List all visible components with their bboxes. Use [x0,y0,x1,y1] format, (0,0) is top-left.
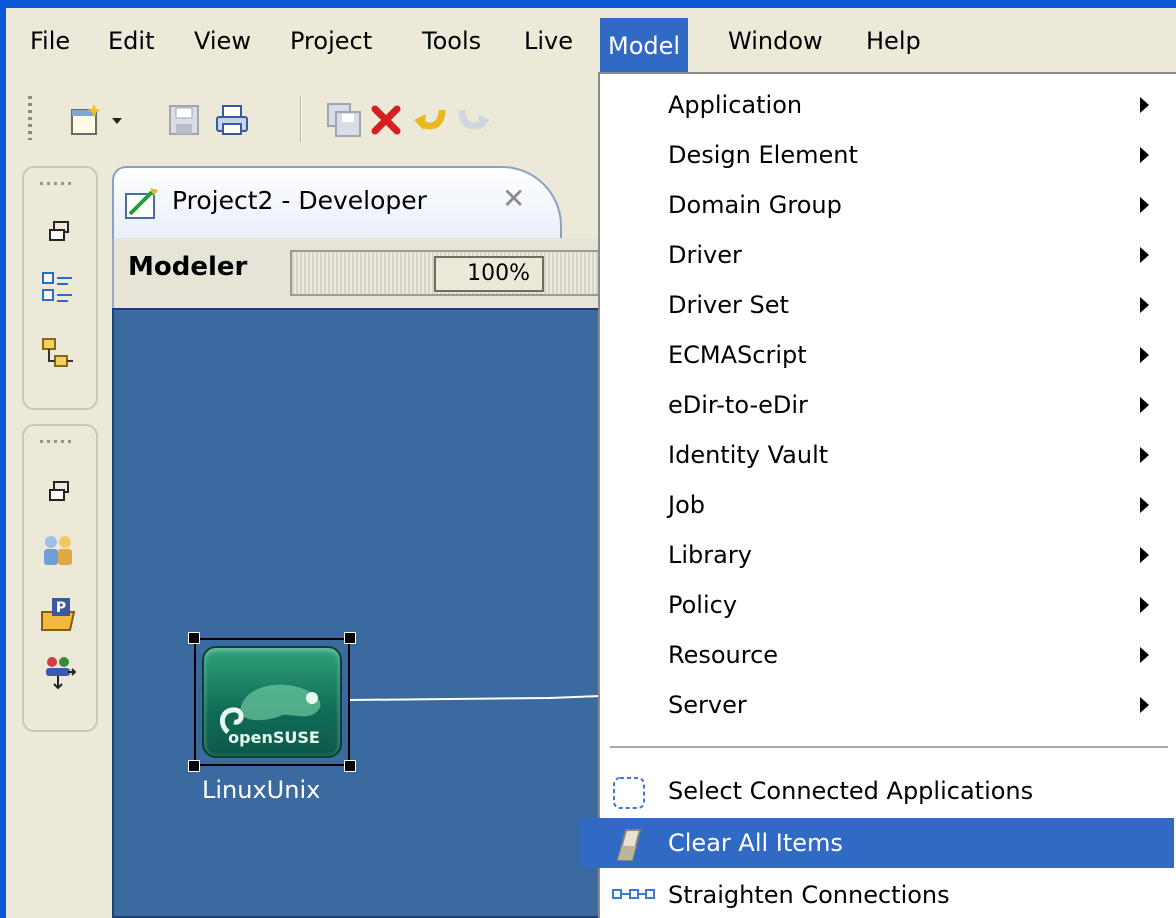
submenu-arrow-icon [1140,497,1149,513]
submenu-arrow-icon [1140,597,1149,613]
submenu-arrow-icon [1140,697,1149,713]
menu-file[interactable]: File [22,8,78,74]
submenu-arrow-icon [1140,297,1149,313]
redo-icon[interactable] [456,102,492,138]
zoom-slider[interactable]: 100% [290,250,620,296]
resize-handle[interactable] [344,632,356,644]
toolbar-grip[interactable] [28,96,32,140]
menu-item-ecmascript[interactable]: ECMAScript [600,330,1176,380]
menu-item-policy[interactable]: Policy [600,580,1176,630]
menu-item-label: Resource [668,641,779,669]
submenu-arrow-icon [1140,97,1149,113]
menu-item-resource[interactable]: Resource [600,630,1176,680]
package-folder-icon[interactable]: P [40,596,76,632]
submenu-arrow-icon [1140,347,1149,363]
submenu-arrow-icon [1140,147,1149,163]
menu-item-library[interactable]: Library [600,530,1176,580]
save-icon[interactable] [166,102,202,138]
toolbar-grip[interactable] [40,182,72,185]
menu-item-label: Driver [668,241,742,269]
modeler-canvas[interactable] [112,308,606,918]
straighten-connections-icon [612,889,655,899]
close-icon[interactable]: ✕ [502,182,525,215]
resize-handle[interactable] [188,760,200,772]
resize-handle[interactable] [344,760,356,772]
menu-help[interactable]: Help [858,8,929,74]
menu-item-domain-group[interactable]: Domain Group [600,180,1176,230]
users-icon[interactable] [40,532,76,568]
delete-icon[interactable] [368,102,404,138]
tab-title: Project2 - Developer [172,186,427,215]
menu-item-job[interactable]: Job [600,480,1176,530]
menu-item-label: ECMAScript [668,341,807,369]
menu-item-label: eDir-to-eDir [668,391,808,419]
node-logo-text: openSUSE [228,728,320,747]
print-icon[interactable] [214,102,250,138]
linuxunix-node-icon[interactable]: openSUSE [202,646,342,758]
hierarchy-icon[interactable] [40,336,76,372]
menubar: File Edit View Project Tools Live Model … [6,8,1176,74]
modeler-header: Modeler 100% [112,238,620,308]
menu-item-label: Identity Vault [668,441,829,469]
window-frame-top [0,0,1176,8]
menu-item-driver-set[interactable]: Driver Set [600,280,1176,330]
submenu-arrow-icon [1140,647,1149,663]
menu-project[interactable]: Project [282,8,380,74]
submenu-arrow-icon [1140,397,1149,413]
menu-item-edir-to-edir[interactable]: eDir-to-eDir [600,380,1176,430]
menu-item-label: Job [668,491,705,519]
menu-item-driver[interactable]: Driver [600,230,1176,280]
dashed-selection-icon [613,777,645,809]
menu-item-straighten-connections[interactable]: Straighten Connections [600,870,1176,918]
resize-handle[interactable] [188,632,200,644]
toolbar-separator [300,96,302,142]
menu-model[interactable]: Model [600,18,689,74]
save-all-icon[interactable] [326,102,362,138]
menu-item-label: Select Connected Applications [668,777,1034,805]
menu-window[interactable]: Window [720,8,831,74]
people-connect-icon[interactable] [40,654,76,690]
menu-item-clear-all-items[interactable]: Clear All Items [580,818,1174,868]
undo-icon[interactable] [412,102,448,138]
svg-text:P: P [56,600,66,616]
chevron-down-icon[interactable] [108,108,126,132]
node-label: LinuxUnix [202,776,321,804]
zoom-value[interactable]: 100% [434,256,544,292]
menu-item-identity-vault[interactable]: Identity Vault [600,430,1176,480]
menu-edit[interactable]: Edit [100,8,162,74]
submenu-arrow-icon [1140,547,1149,563]
new-file-icon[interactable] [68,102,104,138]
model-menu-dropdown: Application Design Element Domain Group … [580,72,1176,918]
menu-item-label: Library [668,541,752,569]
menu-item-design-element[interactable]: Design Element [600,130,1176,180]
menu-item-select-connected-applications[interactable]: Select Connected Applications [600,766,1176,816]
toolbar-grip[interactable] [40,440,72,443]
menu-item-label: Clear All Items [668,829,843,857]
submenu-arrow-icon [1140,247,1149,263]
menu-separator [610,746,1168,748]
menu-view[interactable]: View [186,8,259,74]
outline-icon[interactable] [40,270,76,306]
menu-item-server[interactable]: Server [600,680,1176,730]
restore-icon[interactable] [46,478,74,506]
menu-item-application[interactable]: Application [600,80,1176,130]
menu-item-label: Straighten Connections [668,881,950,909]
menu-item-label: Policy [668,591,738,619]
connection-line[interactable] [350,682,610,712]
menu-item-label: Driver Set [668,291,789,319]
eraser-icon [616,829,642,861]
menu-tools[interactable]: Tools [414,8,489,74]
menu-live[interactable]: Live [516,8,581,74]
menu-item-label: Domain Group [668,191,842,219]
menu-item-label: Design Element [668,141,858,169]
menu-item-label: Application [668,91,803,119]
modeler-tab-icon [125,188,158,219]
restore-icon[interactable] [46,218,74,246]
submenu-arrow-icon [1140,447,1149,463]
tab-project2-developer[interactable]: Project2 - Developer ✕ [112,166,562,240]
menu-item-label: Server [668,691,747,719]
submenu-arrow-icon [1140,197,1149,213]
modeler-label: Modeler [128,252,248,282]
